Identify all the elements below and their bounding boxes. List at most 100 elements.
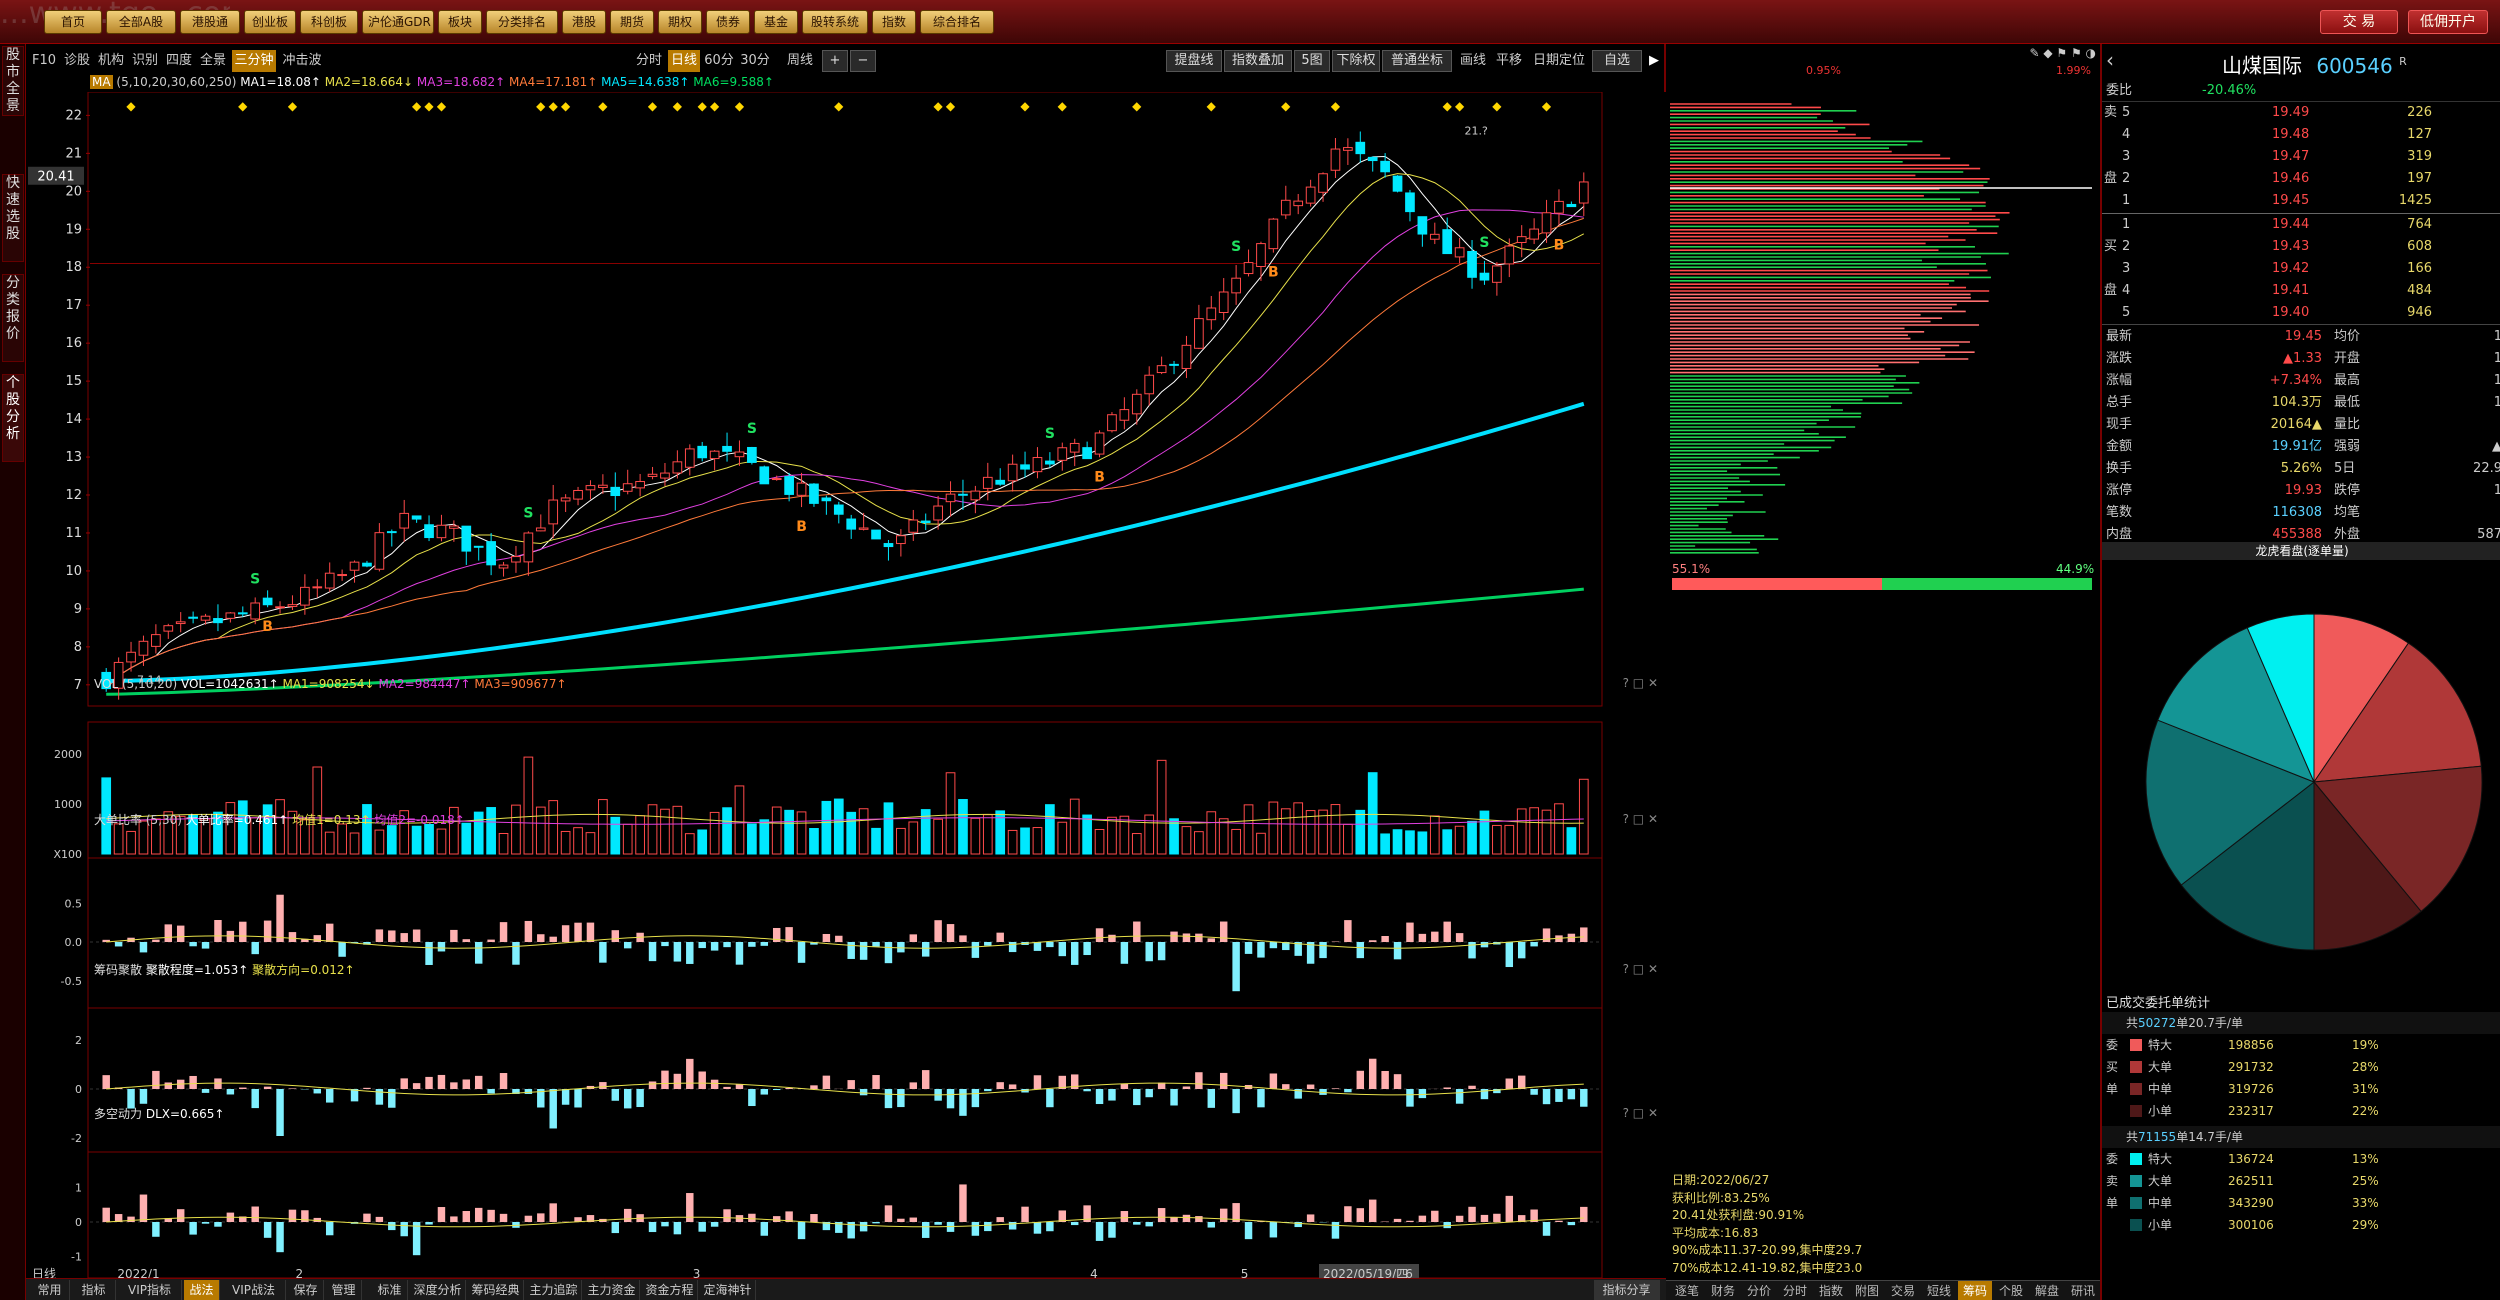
- profile-tab-2[interactable]: 分价: [1742, 1281, 1776, 1300]
- top-menu-item-14[interactable]: 指数: [872, 10, 916, 34]
- bottom-tab-strategy[interactable]: 战法: [184, 1280, 220, 1300]
- candle-body[interactable]: [771, 478, 782, 481]
- candle-body[interactable]: [833, 504, 844, 515]
- candle-body[interactable]: [684, 448, 695, 468]
- candle-body[interactable]: [635, 481, 645, 489]
- candle-body[interactable]: [1355, 141, 1366, 155]
- bottom-tab-common[interactable]: 常用: [30, 1280, 70, 1300]
- candle-body[interactable]: [697, 445, 708, 459]
- candle-body[interactable]: [1069, 442, 1080, 453]
- candle-body[interactable]: [151, 634, 161, 647]
- candle-body[interactable]: [436, 524, 447, 539]
- candle-body[interactable]: [424, 524, 434, 539]
- toolbar-coordinate[interactable]: 普通坐标: [1382, 50, 1452, 72]
- candle-body[interactable]: [1392, 175, 1403, 192]
- candle-body[interactable]: [784, 476, 794, 495]
- toolbar-fourdegree[interactable]: 四度: [164, 50, 194, 72]
- candle-body[interactable]: [958, 493, 968, 496]
- dlx-panel-controls[interactable]: ? □ ✕: [1623, 1104, 1658, 1122]
- profile-tab-3[interactable]: 分时: [1778, 1281, 1812, 1300]
- candle-body[interactable]: [138, 640, 149, 656]
- candle-body[interactable]: [610, 486, 621, 497]
- candle-body[interactable]: [1169, 363, 1179, 366]
- top-menu-item-7[interactable]: 分类排名: [486, 10, 558, 34]
- toolbar-identify[interactable]: 识别: [130, 50, 160, 72]
- candle-body[interactable]: [995, 479, 1006, 485]
- bottom-tab-main-tracking[interactable]: 主力追踪: [526, 1280, 582, 1300]
- toolbar-f10[interactable]: F10: [30, 50, 58, 72]
- candle-body[interactable]: [747, 446, 757, 463]
- candle-body[interactable]: [1144, 374, 1155, 395]
- candle-body[interactable]: [1094, 432, 1105, 455]
- back-icon[interactable]: ‹: [2106, 48, 2126, 72]
- candle-body[interactable]: [982, 476, 993, 489]
- chip-title[interactable]: 筹码聚散: [94, 963, 142, 977]
- candle-body[interactable]: [461, 525, 472, 552]
- candle-body[interactable]: [225, 612, 236, 619]
- candle-body[interactable]: [585, 485, 596, 491]
- profile-tab-7[interactable]: 短线: [1922, 1281, 1956, 1300]
- candle-body[interactable]: [1330, 148, 1341, 171]
- top-menu-item-3[interactable]: 创业板: [244, 10, 296, 34]
- candle-body[interactable]: [920, 520, 931, 524]
- candle-body[interactable]: [548, 499, 559, 525]
- profile-tool-icons[interactable]: ✎ ◆ ⚑ ⚑ ◑: [2012, 46, 2096, 64]
- candle-body[interactable]: [846, 518, 857, 530]
- profile-tab-1[interactable]: 财务: [1706, 1281, 1740, 1300]
- candle-body[interactable]: [312, 586, 323, 589]
- bottom-tab-indicators[interactable]: 指标: [72, 1280, 116, 1300]
- bottom-tab-deep-analysis[interactable]: 深度分析: [410, 1280, 466, 1300]
- candle-body[interactable]: [1318, 173, 1328, 193]
- ma-selector[interactable]: MA: [90, 75, 113, 89]
- zoom-out-button[interactable]: −: [850, 50, 876, 72]
- candle-body[interactable]: [1206, 307, 1217, 321]
- candle-body[interactable]: [734, 451, 745, 458]
- top-menu-item-4[interactable]: 科创板: [300, 10, 358, 34]
- candle-body[interactable]: [399, 512, 410, 529]
- bottom-tab-standard[interactable]: 标准: [372, 1280, 408, 1300]
- toolbar-institution[interactable]: 机构: [96, 50, 126, 72]
- candle-body[interactable]: [1007, 463, 1018, 482]
- candle-body[interactable]: [262, 597, 273, 606]
- period-tab-60min[interactable]: 60分: [702, 50, 736, 72]
- candle-body[interactable]: [535, 527, 546, 532]
- candle-body[interactable]: [908, 519, 919, 533]
- top-menu-item-12[interactable]: 基金: [754, 10, 798, 34]
- candle-body[interactable]: [1492, 265, 1502, 283]
- candle-body[interactable]: [188, 616, 198, 619]
- candle-body[interactable]: [647, 473, 658, 477]
- candle-body[interactable]: [1082, 447, 1092, 460]
- candle-body[interactable]: [1367, 156, 1378, 162]
- candle-body[interactable]: [933, 505, 943, 521]
- candle-body[interactable]: [1231, 277, 1241, 294]
- profile-tab-11[interactable]: 研讯: [2066, 1281, 2100, 1300]
- candle-body[interactable]: [709, 450, 720, 460]
- candle-body[interactable]: [411, 515, 422, 520]
- profile-tab-10[interactable]: 解盘: [2030, 1281, 2064, 1300]
- big-order-panel-controls[interactable]: ? □ ✕: [1623, 810, 1658, 828]
- top-menu-item-0[interactable]: 首页: [44, 10, 102, 34]
- period-tab-weekly[interactable]: 周线: [774, 50, 826, 72]
- candle-body[interactable]: [1305, 186, 1316, 204]
- candle-body[interactable]: [1218, 291, 1229, 314]
- candle-body[interactable]: [1380, 160, 1390, 173]
- candle-body[interactable]: [1429, 233, 1440, 240]
- candle-body[interactable]: [175, 621, 186, 625]
- bottom-tab-vip-indicators[interactable]: VIP指标: [118, 1280, 182, 1300]
- candle-body[interactable]: [1020, 464, 1030, 470]
- candle-body[interactable]: [858, 527, 869, 530]
- left-nav-market-overview[interactable]: 股市全景: [2, 46, 24, 116]
- candle-body[interactable]: [1405, 192, 1415, 213]
- candle-body[interactable]: [1467, 250, 1477, 278]
- top-menu-item-2[interactable]: 港股通: [180, 10, 240, 34]
- bottom-tab-anchor[interactable]: 定海神针: [700, 1280, 756, 1300]
- candle-body[interactable]: [896, 535, 906, 545]
- candle-body[interactable]: [1417, 216, 1428, 235]
- top-menu-item-9[interactable]: 期货: [610, 10, 654, 34]
- candle-body[interactable]: [796, 482, 807, 496]
- candle-body[interactable]: [349, 561, 360, 571]
- candle-body[interactable]: [337, 574, 347, 577]
- candle-body[interactable]: [237, 612, 248, 615]
- candle-body[interactable]: [1479, 272, 1490, 281]
- candle-body[interactable]: [560, 497, 571, 502]
